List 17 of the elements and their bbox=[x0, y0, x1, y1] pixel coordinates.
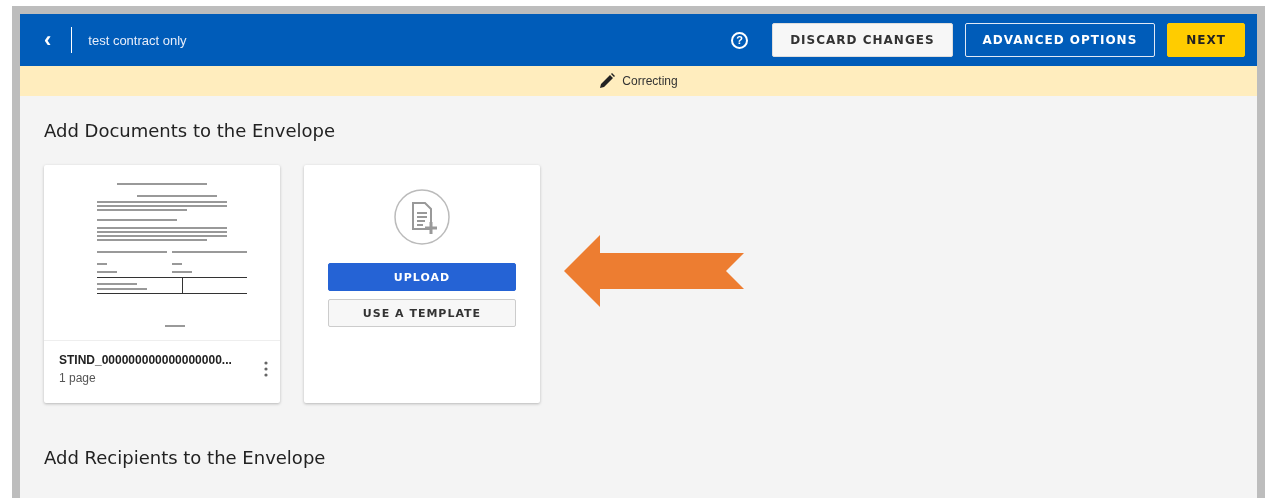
back-button[interactable]: ‹ bbox=[38, 29, 58, 51]
use-template-button[interactable]: USE A TEMPLATE bbox=[328, 299, 516, 327]
pencil-icon bbox=[599, 73, 616, 89]
discard-changes-button[interactable]: DISCARD CHANGES bbox=[772, 23, 953, 57]
add-document-icon bbox=[394, 189, 450, 245]
section-heading: Add Recipients to the Envelope bbox=[44, 447, 327, 468]
more-options-icon[interactable] bbox=[264, 361, 268, 377]
page-count: 1 page bbox=[59, 371, 97, 385]
document-name: STIND_000000000000000000... bbox=[59, 353, 233, 367]
section-heading: Add Documents to the Envelope bbox=[44, 120, 336, 141]
document-card[interactable]: STIND_000000000000000000... 1 page bbox=[44, 165, 280, 403]
next-button[interactable]: NEXT bbox=[1167, 23, 1245, 57]
envelope-title: test contract only bbox=[88, 32, 187, 48]
help-icon[interactable]: ? bbox=[731, 31, 749, 49]
upload-button[interactable]: UPLOAD bbox=[328, 263, 516, 291]
status-text: Correcting bbox=[622, 74, 678, 88]
advanced-options-button[interactable]: ADVANCED OPTIONS bbox=[964, 23, 1156, 57]
